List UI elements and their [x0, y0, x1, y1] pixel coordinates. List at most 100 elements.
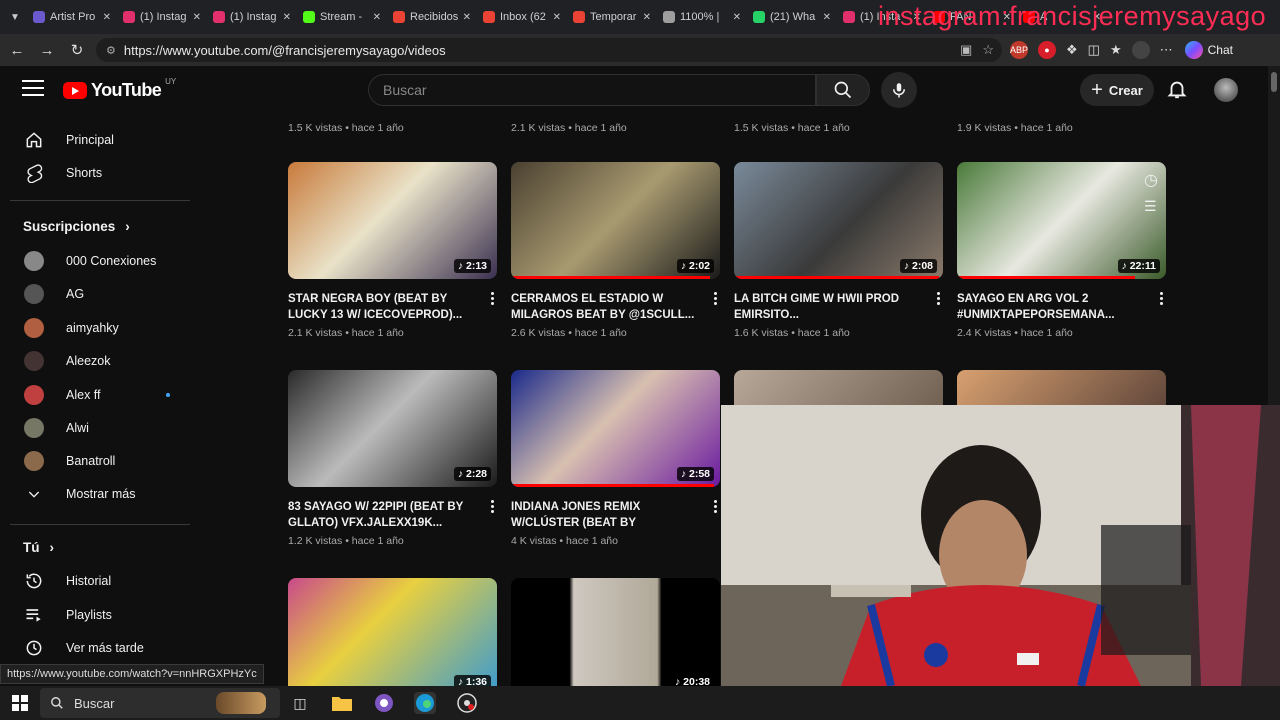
more-actions-icon[interactable] — [714, 500, 718, 515]
chrome-icon[interactable] — [373, 692, 395, 714]
tab-close-icon[interactable]: ✕ — [103, 12, 111, 23]
video-thumbnail[interactable]: ♪ 20:38 — [511, 578, 720, 686]
video-thumbnail[interactable]: ♪ 2:02 — [511, 162, 720, 279]
video-thumbnail[interactable]: ♪ 2:28 — [288, 370, 497, 487]
youtube-logo[interactable]: YouTube UY — [63, 77, 176, 101]
taskbar-search[interactable]: Buscar — [40, 688, 280, 718]
video-meta: 2.4 K vistas • hace 1 año — [957, 327, 1073, 339]
tab-close-icon[interactable]: ✕ — [823, 12, 831, 23]
browser-tab[interactable]: Temporar ✕ — [568, 4, 656, 30]
browser-tab[interactable]: (21) Wha ✕ — [748, 4, 836, 30]
browser-tab[interactable]: 1100% | ✕ — [658, 4, 746, 30]
video-card[interactable]: ♪ 2:02 CERRAMOS EL ESTADIO W MILAGROS BEA… — [511, 162, 720, 339]
app-available-icon[interactable]: ▣ — [960, 42, 972, 58]
edge-icon[interactable] — [414, 692, 436, 714]
video-title[interactable]: 83 SAYAGO W/ 22PIPI (BEAT BY GLLATO) VFX… — [288, 499, 474, 531]
more-actions-icon[interactable] — [491, 500, 495, 515]
sidebar-item-watch-later[interactable]: Ver más tarde — [0, 631, 196, 665]
sidebar-subscription-item[interactable]: aimyahky — [0, 311, 196, 345]
video-title[interactable]: INDIANA JONES REMIX W/CLÚSTER (BEAT BY M… — [511, 499, 697, 531]
video-card[interactable]: ♪ 2:58 INDIANA JONES REMIX W/CLÚSTER (BEA… — [511, 370, 720, 547]
more-actions-icon[interactable] — [491, 292, 495, 307]
tab-close-icon[interactable]: ✕ — [283, 12, 291, 23]
video-title[interactable]: LA BITCH GIME W HWII PROD EMIRSITO... — [734, 291, 920, 323]
favorite-star-icon[interactable]: ☆ — [982, 42, 994, 58]
browser-tab[interactable]: Artist Pro ✕ — [28, 4, 116, 30]
sidebar-item-playlists[interactable]: Playlists — [0, 598, 196, 632]
you-header[interactable]: Tú › — [23, 540, 54, 555]
sidebar-item-shorts[interactable]: Shorts — [0, 156, 196, 190]
tab-close-icon[interactable]: ✕ — [463, 12, 471, 23]
video-title[interactable]: STAR NEGRA BOY (BEAT BY LUCKY 13 W/ ICEC… — [288, 291, 474, 323]
more-actions-icon[interactable] — [714, 292, 718, 307]
video-thumbnail[interactable]: ♪ 1:36 — [288, 578, 497, 686]
favorites-icon[interactable]: ★ — [1110, 42, 1122, 58]
tab-list-dropdown-icon[interactable]: ▼ — [4, 12, 26, 23]
sidebar-item-principal[interactable]: Principal — [0, 123, 196, 157]
forward-button[interactable]: → — [36, 39, 58, 61]
obs-icon[interactable] — [456, 692, 478, 714]
copilot-chat-button[interactable]: Chat — [1184, 41, 1233, 59]
site-info-icon[interactable]: ⚙ — [106, 44, 116, 57]
video-title[interactable]: SAYAGO EN ARG VOL 2 #UNMIXTAPEPORSEMANA.… — [957, 291, 1143, 323]
browser-tab[interactable]: (1) Instag ✕ — [208, 4, 296, 30]
voice-search-button[interactable] — [881, 72, 917, 108]
create-button[interactable]: + Crear — [1080, 74, 1154, 106]
show-more-button[interactable]: Mostrar más — [0, 477, 196, 511]
more-menu-icon[interactable]: ⋯ — [1160, 42, 1173, 58]
subscriptions-header[interactable]: Suscripciones › — [23, 219, 130, 234]
video-thumbnail[interactable]: ♪ 2:13 — [288, 162, 497, 279]
task-view-icon[interactable]: ◫ — [289, 692, 311, 714]
extensions-puzzle-icon[interactable]: ❖ — [1066, 42, 1078, 58]
file-explorer-icon[interactable] — [331, 692, 353, 714]
tab-title: 1100% | — [680, 11, 720, 23]
tab-close-icon[interactable]: ✕ — [193, 12, 201, 23]
video-title[interactable]: CERRAMOS EL ESTADIO W MILAGROS BEAT BY @… — [511, 291, 697, 323]
sidebar-subscription-item[interactable]: Banatroll — [0, 444, 196, 478]
video-thumbnail[interactable]: ♪ 2:58 — [511, 370, 720, 487]
url-bar[interactable]: ⚙ https://www.youtube.com/@francisjeremy… — [96, 38, 1002, 62]
notifications-bell-icon[interactable] — [1166, 78, 1188, 105]
sidebar-item-history[interactable]: Historial — [0, 564, 196, 598]
video-thumbnail[interactable]: ♪ 2:08 — [734, 162, 943, 279]
tab-title: Stream - — [320, 11, 363, 23]
video-card[interactable]: ♪ 20:38 — [511, 578, 720, 686]
profile-avatar-icon[interactable] — [1131, 41, 1150, 59]
tab-close-icon[interactable]: ✕ — [373, 12, 381, 23]
reload-button[interactable]: ↻ — [66, 39, 88, 61]
sidebar-subscription-item[interactable]: Aleezok — [0, 344, 196, 378]
browser-tab[interactable]: Stream - ✕ — [298, 4, 386, 30]
video-card[interactable]: ♪ 2:13 STAR NEGRA BOY (BEAT BY LUCKY 13 W… — [288, 162, 497, 339]
adblock-extension-icon[interactable]: ABP — [1010, 41, 1028, 59]
sidebar-subscription-item[interactable]: 000 Conexiones — [0, 244, 196, 278]
more-actions-icon[interactable] — [937, 292, 941, 307]
more-actions-icon[interactable] — [1160, 292, 1164, 307]
browser-tab[interactable]: Recibidos ✕ — [388, 4, 476, 30]
add-to-queue-icon[interactable]: ☰ — [1144, 198, 1158, 215]
sidebar-subscription-item[interactable]: Alwi — [0, 411, 196, 445]
tab-close-icon[interactable]: ✕ — [643, 12, 651, 23]
menu-hamburger-icon[interactable] — [22, 80, 44, 101]
account-avatar[interactable] — [1214, 78, 1238, 102]
extension-red-icon[interactable]: ● — [1038, 41, 1056, 59]
video-card[interactable]: ♪ 2:28 83 SAYAGO W/ 22PIPI (BEAT BY GLLAT… — [288, 370, 497, 547]
video-thumbnail[interactable]: ♪ 22:11 ◷ ☰ — [957, 162, 1166, 279]
sidebar-subscription-item[interactable]: AG — [0, 277, 196, 311]
tab-close-icon[interactable]: ✕ — [733, 12, 741, 23]
back-button[interactable]: ← — [6, 39, 28, 61]
watch-later-icon[interactable]: ◷ — [1144, 170, 1158, 190]
url-text: https://www.youtube.com/@francisjeremysa… — [123, 42, 446, 58]
video-card[interactable]: ♪ 1:36 — [288, 578, 497, 686]
video-card[interactable]: ♪ 2:08 LA BITCH GIME W HWII PROD EMIRSITO… — [734, 162, 943, 339]
search-placeholder: Buscar — [383, 82, 427, 98]
tab-close-icon[interactable]: ✕ — [553, 12, 561, 23]
search-input[interactable]: Buscar — [368, 74, 816, 106]
windows-start-icon[interactable] — [9, 692, 31, 714]
search-button[interactable] — [816, 74, 870, 106]
sidebar-subscription-item[interactable]: Alex ff — [0, 378, 196, 412]
browser-tab[interactable]: (1) Instag ✕ — [118, 4, 206, 30]
video-card[interactable]: ♪ 22:11 ◷ ☰ SAYAGO EN ARG VOL 2 #UNMIXTAPEP… — [957, 162, 1166, 339]
sidebar-label: Mostrar más — [66, 487, 136, 501]
split-screen-icon[interactable]: ◫ — [1088, 42, 1100, 58]
browser-tab[interactable]: Inbox (62 ✕ — [478, 4, 566, 30]
